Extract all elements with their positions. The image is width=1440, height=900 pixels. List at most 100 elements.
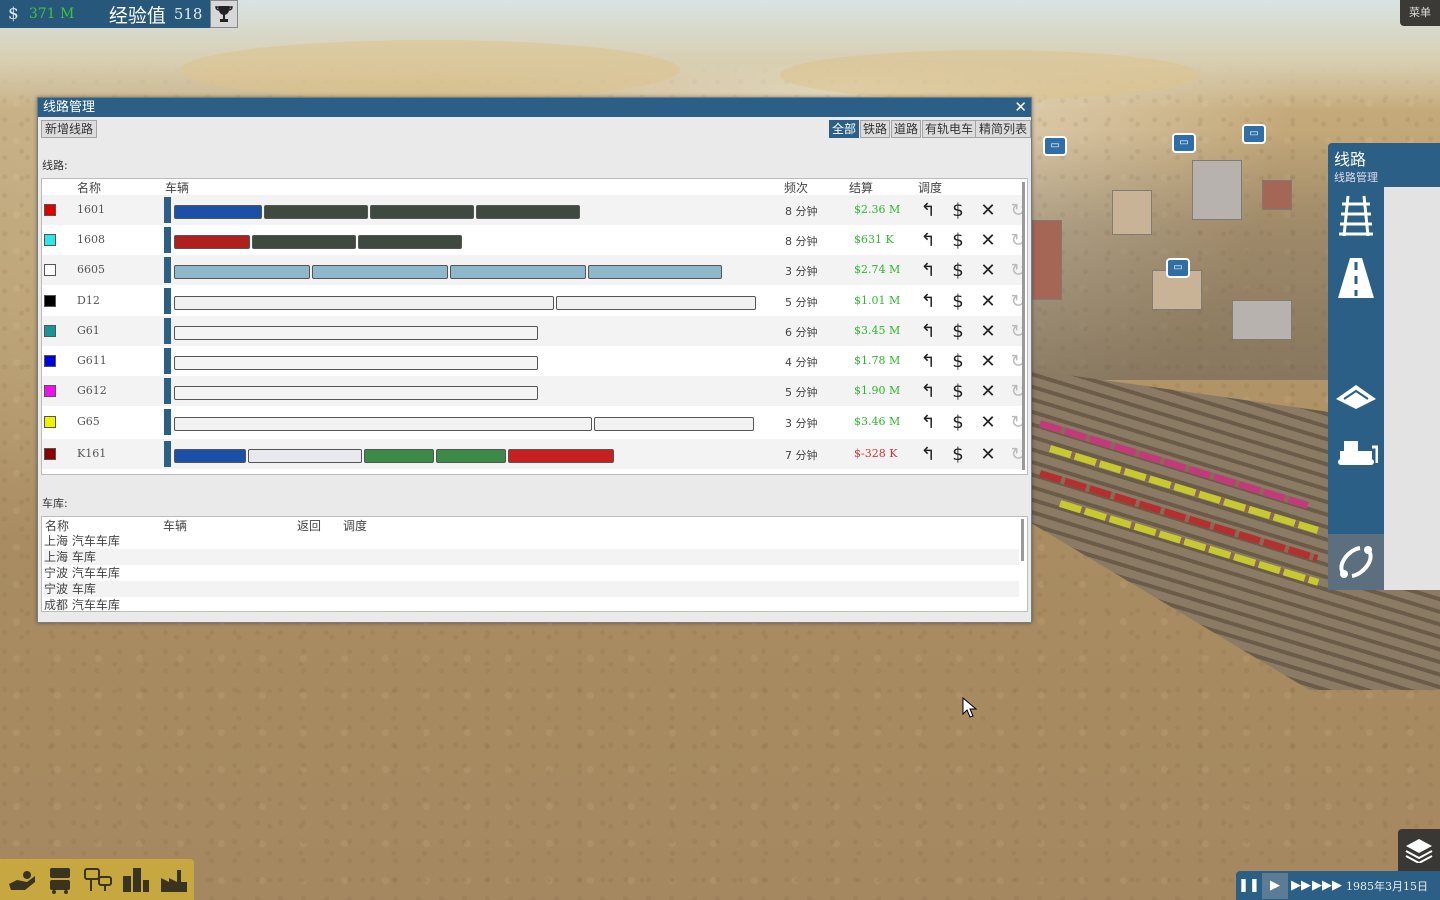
finance-icon[interactable]: $	[947, 290, 969, 312]
vehicle-icon[interactable]	[174, 356, 538, 370]
line-vehicles[interactable]	[164, 257, 764, 283]
vehicle-icon[interactable]	[476, 205, 580, 219]
vehicle-icon[interactable]	[248, 449, 362, 463]
bus-stop-icon[interactable]: ▭	[1166, 258, 1190, 278]
delete-icon[interactable]: ✕	[977, 290, 999, 312]
finance-icon[interactable]: $	[947, 320, 969, 342]
rail-track-icon[interactable]	[1328, 188, 1384, 244]
add-vehicle-icon[interactable]: ↰	[917, 290, 939, 312]
line-vehicles[interactable]	[164, 227, 764, 253]
vehicle-icon[interactable]	[174, 386, 538, 400]
vehicle-icon[interactable]	[588, 265, 722, 279]
close-icon[interactable]: ✕	[1014, 99, 1027, 116]
vehicles-icon[interactable]	[44, 864, 76, 896]
add-vehicle-icon[interactable]: ↰	[917, 443, 939, 465]
lines-scrollbar[interactable]	[1022, 182, 1025, 470]
depot-scrollbar[interactable]	[1021, 519, 1024, 561]
vehicle-icon[interactable]	[436, 449, 506, 463]
vehicle-icon[interactable]	[174, 417, 592, 431]
add-vehicle-icon[interactable]: ↰	[917, 320, 939, 342]
finance-icon[interactable]: $	[947, 380, 969, 402]
fast-forward-icon[interactable]: ▶▶	[1288, 873, 1314, 899]
vehicle-icon[interactable]	[264, 205, 368, 219]
depot-row[interactable]: 上海 汽车车库	[44, 533, 1019, 549]
vehicle-icon[interactable]	[358, 235, 462, 249]
line-row[interactable]: 1608 8 分钟 $631 K ↰ $ ✕ ↻	[42, 225, 1026, 255]
compact-list-button[interactable]: 精简列表	[975, 120, 1031, 138]
line-row[interactable]: K161 7 分钟 $-328 K ↰ $ ✕ ↻	[42, 439, 1026, 469]
line-row[interactable]: D12 5 分钟 $1.01 M ↰ $ ✕ ↻	[42, 286, 1026, 316]
layers-button[interactable]	[1398, 829, 1440, 871]
line-vehicles[interactable]	[164, 378, 764, 404]
line-vehicles[interactable]	[164, 288, 764, 314]
line-color-swatch[interactable]	[44, 264, 56, 276]
pause-icon[interactable]: ❚❚	[1236, 873, 1262, 899]
line-row[interactable]: 1601 8 分钟 $2.36 M ↰ $ ✕ ↻	[42, 195, 1026, 225]
vehicle-icon[interactable]	[450, 265, 586, 279]
finance-icon[interactable]: $	[947, 411, 969, 433]
road-icon[interactable]	[1328, 250, 1384, 306]
bulldozer-icon[interactable]	[1328, 424, 1384, 480]
towns-icon[interactable]	[120, 864, 152, 896]
reverse-icon[interactable]: ↻	[1007, 229, 1029, 251]
delete-icon[interactable]: ✕	[977, 380, 999, 402]
tab-rail[interactable]: 铁路	[859, 120, 890, 138]
terrain-icon[interactable]	[1328, 368, 1384, 424]
line-vehicles[interactable]	[164, 197, 764, 223]
line-vehicles[interactable]	[164, 441, 764, 467]
delete-icon[interactable]: ✕	[977, 411, 999, 433]
reverse-icon[interactable]: ↻	[1007, 320, 1029, 342]
bus-stop-icon[interactable]: ▭	[1242, 124, 1266, 144]
delete-icon[interactable]: ✕	[977, 229, 999, 251]
line-color-swatch[interactable]	[44, 295, 56, 307]
reverse-icon[interactable]: ↻	[1007, 443, 1029, 465]
add-line-button[interactable]: 新增线路	[41, 120, 98, 138]
line-color-swatch[interactable]	[44, 204, 56, 216]
finance-icon[interactable]: $	[947, 199, 969, 221]
depot-row[interactable]: 上海 车库	[44, 549, 1019, 565]
add-vehicle-icon[interactable]: ↰	[917, 380, 939, 402]
delete-icon[interactable]: ✕	[977, 350, 999, 372]
line-row[interactable]: G612 5 分钟 $1.90 M ↰ $ ✕ ↻	[42, 376, 1026, 406]
money-hand-icon[interactable]	[6, 864, 38, 896]
add-vehicle-icon[interactable]: ↰	[917, 199, 939, 221]
vehicle-icon[interactable]	[174, 235, 250, 249]
line-vehicles[interactable]	[164, 409, 764, 435]
line-vehicles[interactable]	[164, 348, 764, 374]
reverse-icon[interactable]: ↻	[1007, 199, 1029, 221]
delete-icon[interactable]: ✕	[977, 259, 999, 281]
add-vehicle-icon[interactable]: ↰	[917, 229, 939, 251]
add-vehicle-icon[interactable]: ↰	[917, 411, 939, 433]
delete-icon[interactable]: ✕	[977, 443, 999, 465]
line-row[interactable]: G65 3 分钟 $3.46 M ↰ $ ✕ ↻	[42, 407, 1026, 437]
vehicle-icon[interactable]	[556, 296, 756, 310]
line-manager-icon[interactable]	[1328, 534, 1384, 590]
reverse-icon[interactable]: ↻	[1007, 259, 1029, 281]
finance-icon[interactable]: $	[947, 259, 969, 281]
vehicle-icon[interactable]	[174, 449, 246, 463]
trophy-button[interactable]	[210, 0, 238, 28]
industry-icon[interactable]	[158, 864, 190, 896]
add-vehicle-icon[interactable]: ↰	[917, 350, 939, 372]
play-icon[interactable]: ▶	[1262, 872, 1288, 899]
vehicle-icon[interactable]	[594, 417, 754, 431]
add-vehicle-icon[interactable]: ↰	[917, 259, 939, 281]
tab-tram[interactable]: 有轨电车	[921, 120, 976, 138]
depot-row[interactable]: 宁波 汽车车库	[44, 565, 1019, 581]
finance-icon[interactable]: $	[947, 350, 969, 372]
line-color-swatch[interactable]	[44, 325, 56, 337]
vehicle-icon[interactable]	[174, 326, 538, 340]
tab-road[interactable]: 道路	[890, 120, 921, 138]
line-color-swatch[interactable]	[44, 385, 56, 397]
vehicle-icon[interactable]	[174, 205, 262, 219]
line-color-swatch[interactable]	[44, 355, 56, 367]
bus-stop-icon[interactable]: ▭	[1172, 133, 1196, 153]
stations-icon[interactable]	[82, 864, 114, 896]
vehicle-icon[interactable]	[364, 449, 434, 463]
line-color-swatch[interactable]	[44, 234, 56, 246]
vehicle-icon[interactable]	[174, 265, 310, 279]
bus-stop-icon[interactable]: ▭	[1043, 136, 1067, 156]
delete-icon[interactable]: ✕	[977, 320, 999, 342]
vehicle-icon[interactable]	[174, 296, 554, 310]
delete-icon[interactable]: ✕	[977, 199, 999, 221]
